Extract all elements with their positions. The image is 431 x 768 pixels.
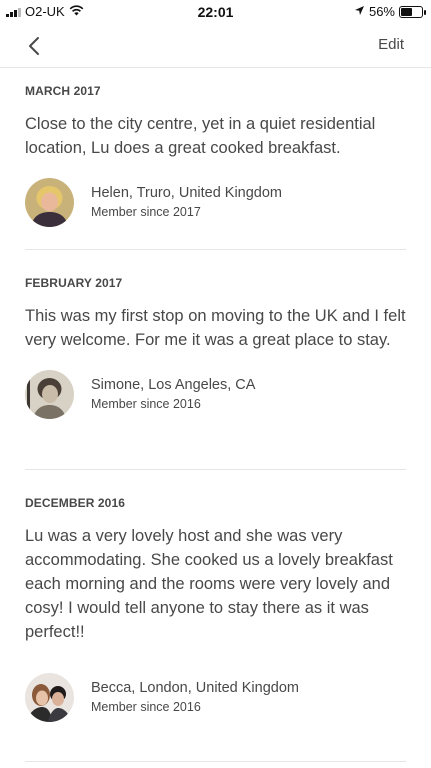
reviewer-name: Becca, London, United Kingdom <box>91 680 299 696</box>
review-date: MARCH 2017 <box>25 84 101 98</box>
nav-bar: Edit <box>0 24 431 68</box>
reviewer-info: Simone, Los Angeles, CA Member since 201… <box>91 376 255 413</box>
review-text: Close to the city centre, yet in a quiet… <box>25 115 376 157</box>
avatar[interactable] <box>25 673 74 722</box>
reviewer-info: Helen, Truro, United Kingdom Member sinc… <box>91 184 282 221</box>
review-item: DECEMBER 2016 Lu was a very lovely host … <box>25 470 406 762</box>
review-text: This was my first stop on moving to the … <box>25 307 406 349</box>
review-item: MARCH 2017 Close to the city centre, yet… <box>25 68 406 250</box>
member-since: Member since 2017 <box>91 205 201 219</box>
review-list: MARCH 2017 Close to the city centre, yet… <box>25 68 406 762</box>
avatar[interactable] <box>25 370 74 419</box>
reviewer-name: Simone, Los Angeles, CA <box>91 377 256 393</box>
battery-percent: 56% <box>368 4 395 19</box>
edit-button[interactable]: Edit <box>378 36 404 53</box>
reviewer[interactable]: Helen, Truro, United Kingdom Member sinc… <box>25 178 406 227</box>
review-item: FEBRUARY 2017 This was my first stop on … <box>25 250 406 470</box>
review-date: FEBRUARY 2017 <box>25 276 123 290</box>
reviewer-info: Becca, London, United Kingdom Member sin… <box>91 679 299 716</box>
reviewer-name: Helen, Truro, United Kingdom <box>91 185 283 201</box>
avatar[interactable] <box>25 178 74 227</box>
status-right: 56% <box>354 4 426 19</box>
review-date: DECEMBER 2016 <box>25 496 126 510</box>
member-since: Member since 2016 <box>91 700 201 714</box>
chevron-left-icon <box>29 37 39 55</box>
back-button[interactable] <box>20 32 48 60</box>
reviewer[interactable]: Simone, Los Angeles, CA Member since 201… <box>25 370 406 419</box>
reviewer[interactable]: Becca, London, United Kingdom Member sin… <box>25 673 406 722</box>
member-since: Member since 2016 <box>91 397 201 411</box>
location-arrow-icon <box>354 4 365 19</box>
status-bar: O2-UK 22:01 56% <box>0 0 431 24</box>
review-text: Lu was a very lovely host and she was ve… <box>25 527 393 641</box>
battery-icon <box>399 5 426 18</box>
